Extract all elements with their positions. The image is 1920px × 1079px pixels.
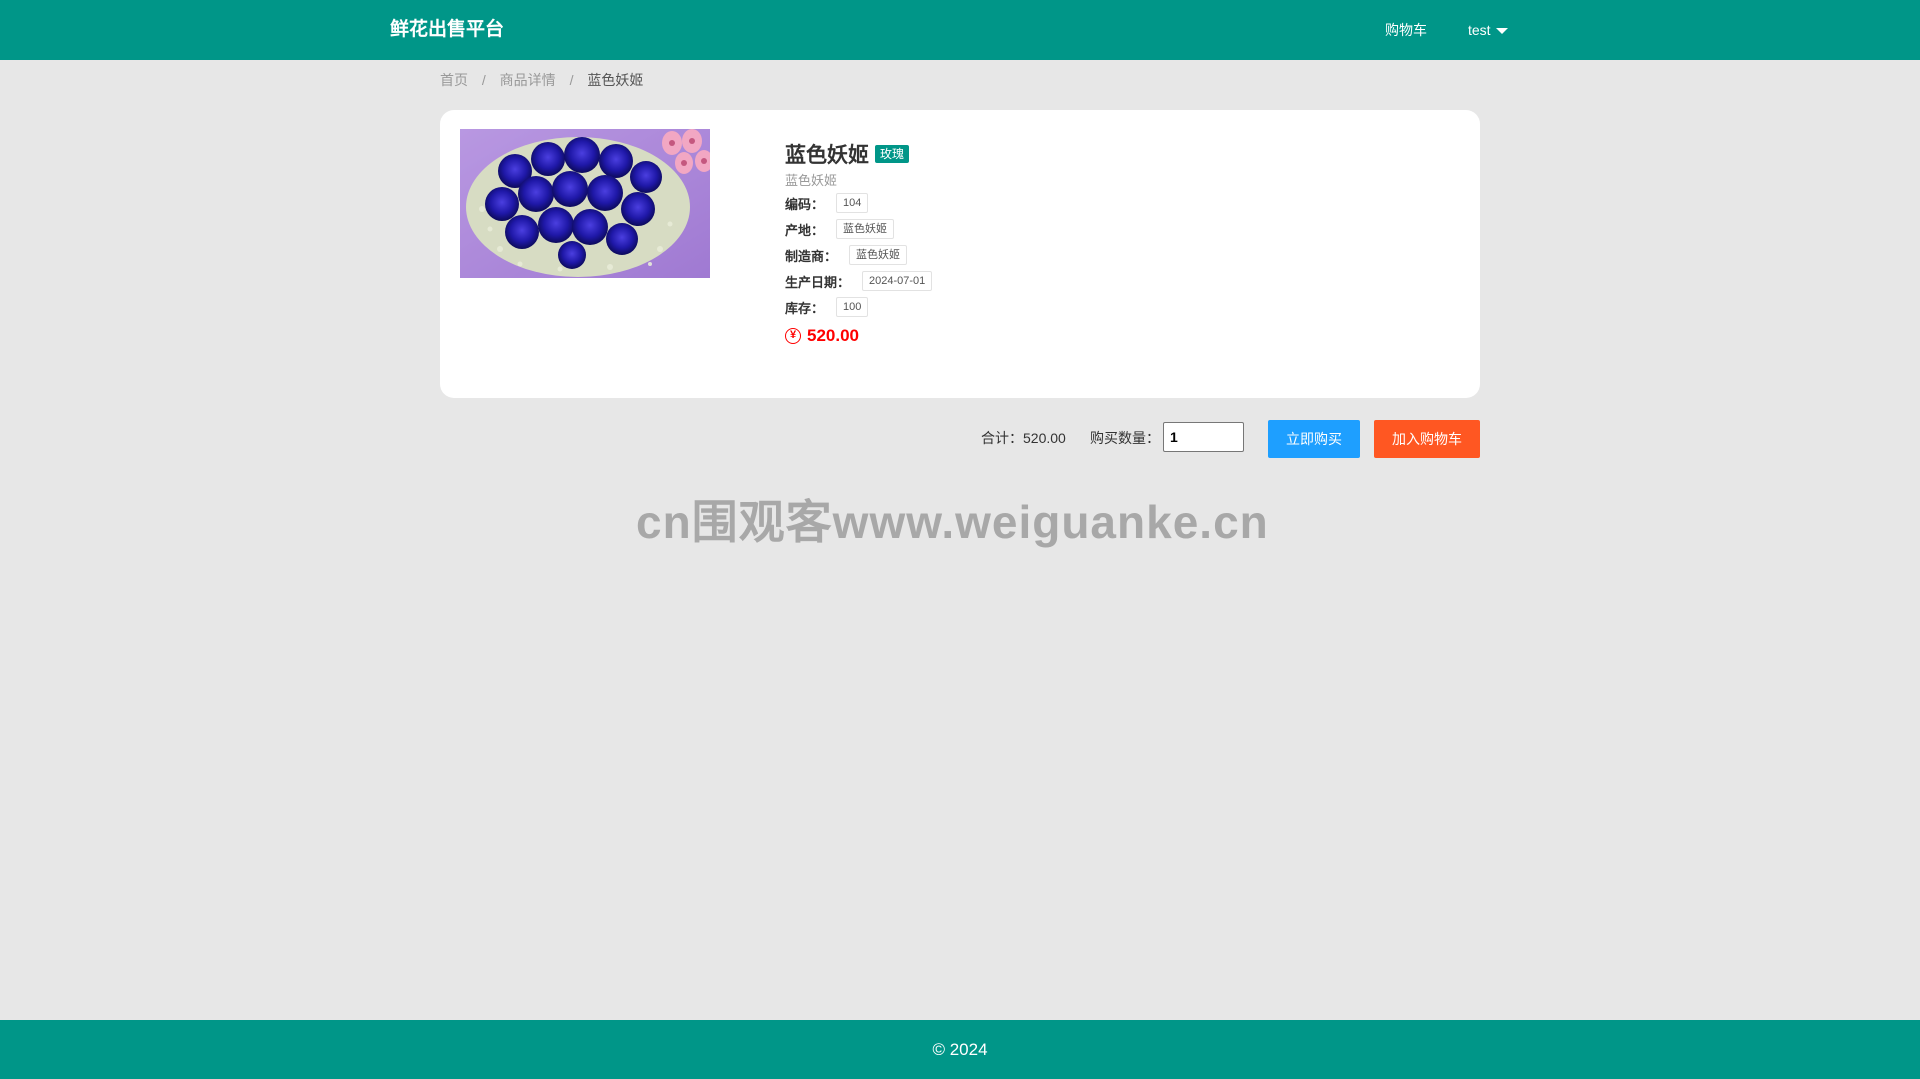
- field-value: 104: [836, 193, 869, 213]
- product-card: 蓝色妖姬 玫瑰 蓝色妖姬 编码： 104 产地： 蓝色妖姬 制造商： 蓝色妖姬 …: [440, 110, 1480, 398]
- field-value: 蓝色妖姬: [836, 219, 895, 239]
- breadcrumb-home[interactable]: 首页: [440, 72, 468, 88]
- quantity-label: 购买数量：: [1090, 430, 1160, 446]
- blue-roses-bouquet-image: [460, 129, 710, 278]
- field-production-date: 生产日期： 2024-07-01: [785, 268, 1385, 294]
- field-code: 编码： 104: [785, 190, 1385, 216]
- field-label: 编码：: [785, 196, 825, 212]
- field-value: 2024-07-01: [862, 271, 933, 291]
- field-stock: 库存： 100: [785, 294, 1385, 320]
- field-label: 制造商：: [785, 248, 838, 264]
- watermark-text: cn围观客www.weiguanke.cn: [636, 496, 1269, 548]
- category-badge: 玫瑰: [875, 145, 910, 163]
- product-price: 520.00: [807, 326, 859, 345]
- yen-icon: ¥: [785, 328, 801, 344]
- product-image: [460, 129, 710, 278]
- total-value: 520.00: [1023, 430, 1066, 446]
- buy-now-button[interactable]: 立即购买: [1268, 420, 1360, 458]
- breadcrumb-current: 蓝色妖姬: [587, 72, 644, 88]
- price-row: ¥ 520.00: [785, 322, 1385, 350]
- quantity-input[interactable]: [1163, 422, 1244, 452]
- breadcrumb-detail[interactable]: 商品详情: [500, 72, 556, 88]
- footer: © 2024: [0, 1020, 1920, 1079]
- field-label: 生产日期：: [785, 274, 851, 290]
- field-origin: 产地： 蓝色妖姬: [785, 216, 1385, 242]
- footer-copyright: © 2024: [932, 1040, 988, 1059]
- breadcrumb: 首页 / 商品详情 / 蓝色妖姬: [440, 70, 643, 90]
- user-name: test: [1468, 22, 1491, 38]
- total-amount: 合计：520.00: [981, 420, 1066, 456]
- product-info: 蓝色妖姬 玫瑰 蓝色妖姬 编码： 104 产地： 蓝色妖姬 制造商： 蓝色妖姬 …: [785, 140, 1385, 350]
- add-to-cart-button[interactable]: 加入购物车: [1374, 420, 1480, 458]
- top-navbar: 鲜花出售平台 购物车 test: [0, 0, 1920, 60]
- field-value: 蓝色妖姬: [849, 245, 908, 265]
- product-title-row: 蓝色妖姬 玫瑰: [785, 140, 1385, 168]
- breadcrumb-separator: /: [481, 72, 486, 88]
- breadcrumb-separator: /: [569, 72, 574, 88]
- total-label: 合计：: [981, 430, 1023, 446]
- caret-down-icon: [1495, 28, 1508, 35]
- product-name: 蓝色妖姬: [785, 144, 869, 167]
- purchase-action-bar: 合计：520.00 购买数量： 立即购买 加入购物车: [0, 420, 1920, 458]
- nav-cart-link[interactable]: 购物车: [1385, 0, 1427, 60]
- user-menu-dropdown[interactable]: test: [1468, 0, 1508, 60]
- brand-title[interactable]: 鲜花出售平台: [390, 0, 504, 60]
- field-value: 100: [836, 297, 869, 317]
- field-label: 库存：: [785, 300, 825, 316]
- field-manufacturer: 制造商： 蓝色妖姬: [785, 242, 1385, 268]
- field-label: 产地：: [785, 222, 825, 238]
- product-subtitle: 蓝色妖姬: [785, 173, 838, 188]
